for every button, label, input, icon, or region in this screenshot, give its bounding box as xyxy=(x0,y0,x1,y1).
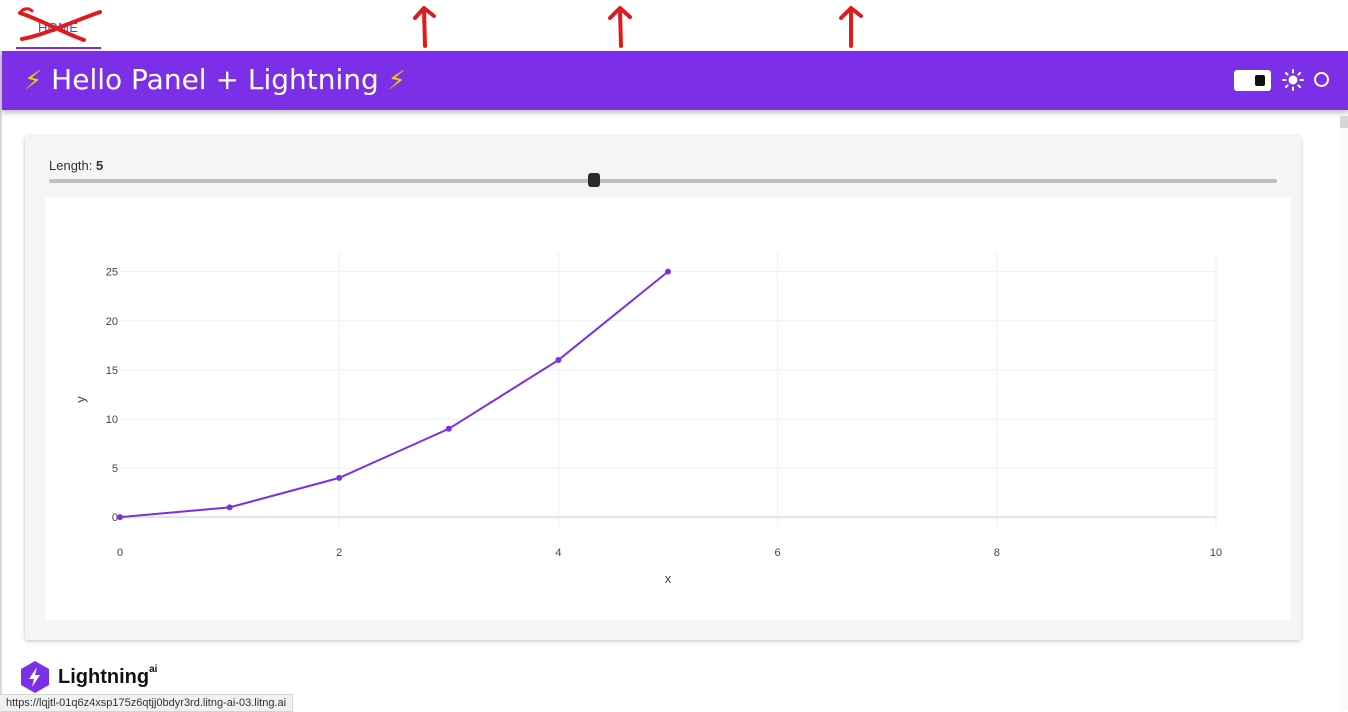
data-point xyxy=(555,357,562,364)
sun-icon[interactable] xyxy=(1282,69,1304,91)
x-tick-label: 8 xyxy=(994,547,1000,559)
data-point xyxy=(226,504,233,511)
series-line xyxy=(119,270,669,519)
x-tick-label: 0 xyxy=(117,547,123,559)
footer-brand-sup: ai xyxy=(149,664,158,675)
y-tick-label: 15 xyxy=(106,365,118,377)
slider-label-text: Length: xyxy=(49,158,93,173)
line-chart: 0 2 4 6 8 10 0 5 10 15 20 25 x y xyxy=(73,252,1222,586)
x-tick-label: 4 xyxy=(555,547,561,559)
y-tick-label: 20 xyxy=(106,316,118,328)
annotation-arrow-icon xyxy=(839,6,863,48)
slider-label: Length: 5 xyxy=(49,158,103,173)
scrollbar-thumb[interactable] xyxy=(1340,116,1348,128)
theme-toggle[interactable] xyxy=(1234,70,1271,91)
status-bar-url: https://lqjtl-01q6z4xsp175z6qtjj0bdyr3rd… xyxy=(0,694,294,712)
slider-handle[interactable] xyxy=(587,173,600,187)
app-header: ⚡ Hello Panel + Lightning ⚡ xyxy=(2,51,1348,110)
page-title-text: Hello Panel + Lightning xyxy=(51,63,379,96)
footer-brand: Lightningai xyxy=(58,664,158,689)
y-tick-label: 0 xyxy=(112,512,118,524)
lightning-bolt-icon: ⚡ xyxy=(24,66,43,96)
data-point xyxy=(445,425,452,432)
cross-out-scribble-icon xyxy=(18,7,102,42)
top-navigation: HOME xyxy=(0,0,1348,51)
lightning-logo-icon xyxy=(21,661,49,693)
lightning-bolt-icon: ⚡ xyxy=(387,66,406,96)
length-slider[interactable] xyxy=(49,173,1277,187)
y-tick-label: 5 xyxy=(112,463,118,475)
main-card: Length: 5 0 2 4 6 8 10 0 5 10 15 20 25 x y xyxy=(25,136,1301,640)
data-point xyxy=(117,514,123,521)
x-tick-label: 6 xyxy=(775,547,781,559)
y-tick-label: 10 xyxy=(106,414,118,426)
toggle-knob xyxy=(1255,75,1265,86)
slider-value: 5 xyxy=(96,158,104,173)
x-tick-label: 2 xyxy=(336,547,342,559)
x-axis-title: x xyxy=(665,571,672,586)
data-point xyxy=(336,474,343,481)
footer-brand-text: Lightning xyxy=(58,666,150,688)
y-axis-title: y xyxy=(73,396,88,403)
annotation-arrow-icon xyxy=(608,6,632,48)
data-point xyxy=(665,268,671,275)
y-tick-label: 25 xyxy=(106,267,118,279)
plot-area: 0 2 4 6 8 10 0 5 10 15 20 25 x y xyxy=(45,197,1291,620)
page-title: ⚡ Hello Panel + Lightning ⚡ xyxy=(24,63,406,96)
x-tick-label: 10 xyxy=(1210,547,1222,559)
scrollbar-track[interactable] xyxy=(1340,116,1348,710)
annotation-arrow-icon xyxy=(413,6,436,48)
status-circle-icon xyxy=(1314,72,1329,87)
